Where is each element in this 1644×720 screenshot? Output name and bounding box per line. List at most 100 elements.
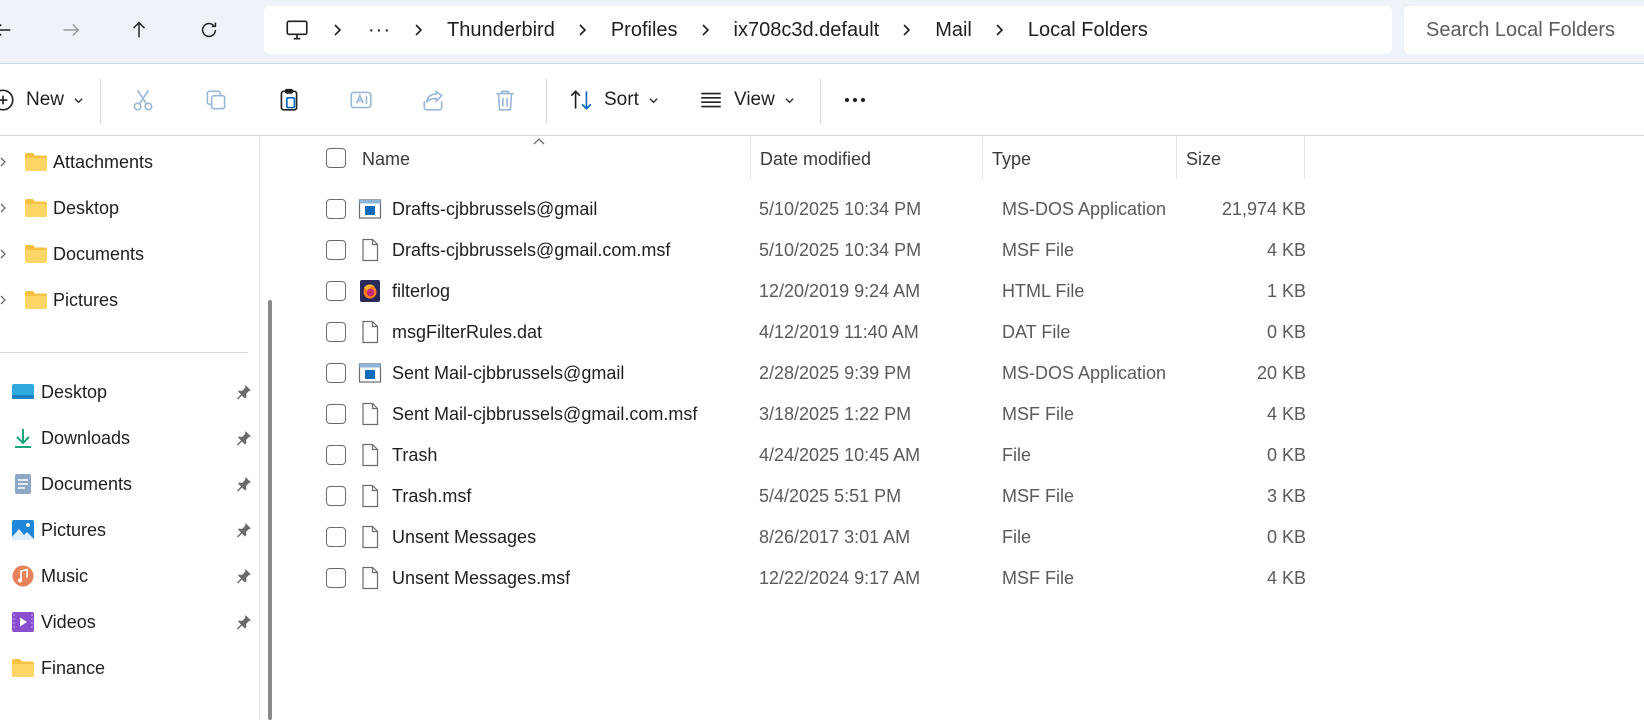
- row-checkbox[interactable]: [326, 527, 346, 547]
- quick-access-desktop[interactable]: Desktop: [0, 372, 252, 412]
- quick-access-videos[interactable]: Videos: [0, 602, 252, 642]
- refresh-button[interactable]: [192, 13, 226, 47]
- file-type: MS-DOS Application: [1002, 199, 1167, 219]
- file-type: MSF File: [1002, 486, 1074, 506]
- more-options-button[interactable]: [842, 81, 868, 119]
- pin-icon[interactable]: [236, 430, 252, 446]
- file-type: MSF File: [1002, 240, 1074, 260]
- column-separator[interactable]: [1304, 137, 1305, 179]
- file-row[interactable]: Unsent Messages 8/26/2017 3:01 AM File 0…: [286, 517, 1644, 558]
- tree-item-pictures[interactable]: Pictures: [0, 280, 250, 320]
- pin-icon[interactable]: [236, 568, 252, 584]
- quick-access-finance[interactable]: Finance: [0, 648, 250, 688]
- search-input[interactable]: Search Local Folders: [1404, 6, 1644, 54]
- file-row[interactable]: Sent Mail-cjbbrussels@gmail.com.msf 3/18…: [286, 394, 1644, 435]
- row-checkbox[interactable]: [326, 486, 346, 506]
- address-row: ··· Thunderbird Profiles ix708c3d.defaul…: [0, 0, 1644, 64]
- pin-icon[interactable]: [236, 614, 252, 630]
- toolbar-divider: [100, 79, 101, 123]
- breadcrumb-thunderbird[interactable]: Thunderbird: [447, 19, 555, 42]
- quick-access-pictures[interactable]: Pictures: [0, 510, 252, 550]
- pin-icon[interactable]: [236, 522, 252, 538]
- row-checkbox[interactable]: [326, 363, 346, 383]
- row-checkbox[interactable]: [326, 322, 346, 342]
- pin-icon[interactable]: [236, 476, 252, 492]
- file-row[interactable]: Drafts-cjbbrussels@gmail.com.msf 5/10/20…: [286, 230, 1644, 271]
- breadcrumb-profile-folder[interactable]: ix708c3d.default: [734, 19, 880, 42]
- row-checkbox[interactable]: [326, 568, 346, 588]
- refresh-icon: [201, 22, 217, 38]
- share-button[interactable]: [420, 81, 446, 119]
- documents-icon: [15, 474, 31, 494]
- folder-icon: [25, 199, 47, 217]
- file-type: File: [1002, 527, 1032, 547]
- file-type: MSF File: [1002, 568, 1074, 588]
- new-button[interactable]: New: [0, 81, 84, 119]
- new-button-label: New: [26, 89, 65, 110]
- row-checkbox[interactable]: [326, 445, 346, 465]
- breadcrumb-mail[interactable]: Mail: [935, 19, 972, 42]
- tree-item-desktop[interactable]: Desktop: [0, 188, 250, 228]
- quick-access-label: Videos: [41, 611, 96, 632]
- file-name: Drafts-cjbbrussels@gmail.com.msf: [392, 240, 671, 260]
- file-row[interactable]: Drafts-cjbbrussels@gmail 5/10/2025 10:34…: [286, 189, 1644, 230]
- tree-item-label: Documents: [53, 243, 145, 264]
- pin-icon[interactable]: [236, 384, 252, 400]
- file-name: msgFilterRules.dat: [392, 322, 543, 342]
- file-row[interactable]: Sent Mail-cjbbrussels@gmail 2/28/2025 9:…: [286, 353, 1644, 394]
- breadcrumb-profiles[interactable]: Profiles: [611, 19, 678, 42]
- row-checkbox[interactable]: [326, 240, 346, 260]
- row-checkbox[interactable]: [326, 404, 346, 424]
- app-icon: [358, 363, 382, 383]
- tree-item-attachments[interactable]: Attachments: [0, 142, 250, 182]
- file-row[interactable]: Trash.msf 5/4/2025 5:51 PM MSF File 3 KB: [286, 476, 1644, 517]
- tree-item-label: Desktop: [53, 197, 120, 218]
- delete-button[interactable]: [492, 81, 518, 119]
- copy-button[interactable]: [203, 81, 229, 119]
- file-size: 4 KB: [1266, 240, 1306, 260]
- tree-item-documents[interactable]: Documents: [0, 234, 250, 274]
- column-name[interactable]: Name: [352, 137, 410, 181]
- sort-button[interactable]: Sort: [568, 81, 659, 119]
- quick-access-music[interactable]: Music: [0, 556, 252, 596]
- address-bar[interactable]: ··· Thunderbird Profiles ix708c3d.defaul…: [264, 6, 1392, 54]
- folder-icon: [25, 291, 47, 309]
- select-all-checkbox[interactable]: [326, 148, 346, 168]
- view-button-label: View: [734, 89, 775, 110]
- chevron-right-icon: [579, 24, 586, 36]
- share-icon: [423, 89, 443, 111]
- column-date-modified[interactable]: Date modified: [750, 137, 871, 181]
- file-row[interactable]: filterlog 12/20/2019 9:24 AM HTML File 1…: [286, 271, 1644, 312]
- file-size: 1 KB: [1266, 281, 1306, 301]
- column-type[interactable]: Type: [982, 137, 1031, 181]
- file-name: Trash.msf: [392, 486, 472, 506]
- chevron-right-icon: [334, 24, 342, 36]
- chevron-right-icon: [996, 24, 1004, 36]
- breadcrumb-overflow[interactable]: ···: [368, 19, 391, 42]
- file-row[interactable]: msgFilterRules.dat 4/12/2019 11:40 AM DA…: [286, 312, 1644, 353]
- quick-access-label: Documents: [41, 473, 133, 494]
- view-button[interactable]: View: [698, 81, 795, 119]
- sidebar-scrollbar[interactable]: [268, 300, 272, 720]
- rename-button[interactable]: [348, 81, 374, 119]
- sort-ascending-icon: [533, 138, 545, 145]
- file-size: 21,974 KB: [1221, 199, 1306, 219]
- file-row[interactable]: Unsent Messages.msf 12/22/2024 9:17 AM M…: [286, 558, 1644, 599]
- row-checkbox[interactable]: [326, 281, 346, 301]
- quick-access-downloads[interactable]: Downloads: [0, 418, 252, 458]
- toolbar-divider: [820, 79, 821, 123]
- back-button[interactable]: [0, 13, 20, 47]
- column-size[interactable]: Size: [1176, 137, 1221, 181]
- quick-access-documents[interactable]: Documents: [0, 464, 252, 504]
- row-checkbox[interactable]: [326, 199, 346, 219]
- breadcrumb-local-folders[interactable]: Local Folders: [1028, 19, 1148, 42]
- up-button[interactable]: [122, 13, 156, 47]
- expand-arrow-icon: [0, 203, 6, 213]
- forward-button[interactable]: [54, 13, 88, 47]
- file-row[interactable]: Trash 4/24/2025 10:45 AM File 0 KB: [286, 435, 1644, 476]
- cut-button[interactable]: [130, 81, 156, 119]
- paste-button[interactable]: [276, 81, 302, 119]
- copy-icon: [206, 90, 226, 110]
- desktop-icon: [12, 384, 34, 399]
- file-type: HTML File: [1002, 281, 1085, 301]
